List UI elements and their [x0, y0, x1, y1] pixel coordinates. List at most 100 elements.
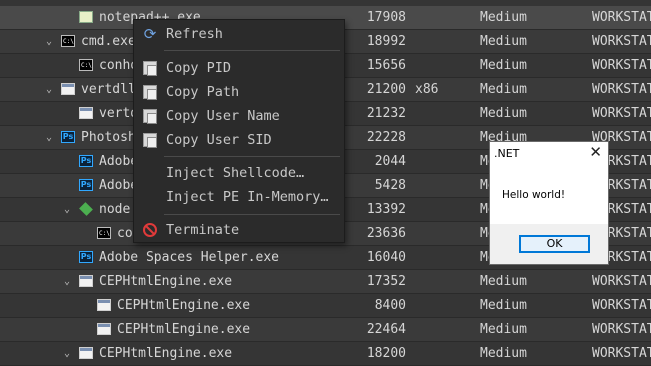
- process-pid: 5428: [374, 178, 406, 193]
- process-user: WORKSTAT: [592, 106, 651, 121]
- process-name-cell: CEPHtmlEngine.exe: [0, 294, 356, 317]
- window-icon: [61, 83, 75, 95]
- menu-item-label: Refresh: [166, 26, 223, 42]
- menu-separator: [164, 50, 340, 51]
- menu-item-inject-shellcode[interactable]: Inject Shellcode…: [134, 161, 344, 185]
- copy-icon: [143, 133, 157, 148]
- process-name: Adobe Spaces Helper.exe: [99, 250, 280, 265]
- process-pid: 18200: [366, 346, 406, 361]
- process-integrity: Medium: [480, 58, 527, 73]
- menu-item-terminate[interactable]: Terminate: [134, 218, 344, 242]
- process-arch: [415, 6, 455, 29]
- process-name: CEPHtmlEngine.exe: [99, 274, 233, 289]
- process-integrity: Medium: [480, 322, 527, 337]
- process-pid: 22464: [366, 322, 406, 337]
- context-menu: ⟳ Refresh Copy PID Copy Path Copy User N…: [133, 19, 345, 243]
- menu-item-copy-user-name[interactable]: Copy User Name: [134, 104, 344, 128]
- process-pid: 2044: [374, 154, 406, 169]
- window-icon: [97, 323, 111, 335]
- notepad-icon: [79, 11, 93, 23]
- window-icon: [97, 299, 111, 311]
- process-pid: 16040: [366, 250, 406, 265]
- process-arch: [415, 294, 455, 317]
- photoshop-icon: Ps: [61, 131, 75, 143]
- chevron-down-icon[interactable]: ⌄: [61, 342, 73, 365]
- menu-separator: [164, 214, 340, 215]
- process-arch: [415, 222, 455, 245]
- console-icon: [61, 30, 75, 53]
- table-row[interactable]: CEPHtmlEngine.exe 22464 Medium WORKSTAT: [0, 318, 651, 342]
- chevron-down-icon[interactable]: ⌄: [43, 30, 55, 53]
- menu-item-label: Terminate: [166, 222, 240, 238]
- chevron-down-icon[interactable]: ⌄: [61, 270, 73, 293]
- process-user: WORKSTAT: [592, 58, 651, 73]
- terminate-icon: [143, 223, 157, 237]
- process-integrity: Medium: [480, 298, 527, 313]
- process-user: WORKSTAT: [592, 274, 651, 289]
- process-name: CEPHtmlEngine.exe: [99, 346, 233, 361]
- table-row[interactable]: ⌄ CEPHtmlEngine.exe 18200 Medium WORKSTAT: [0, 342, 651, 366]
- process-integrity: Medium: [480, 106, 527, 121]
- menu-item-label: Copy User Name: [166, 108, 280, 124]
- refresh-icon: ⟳: [143, 25, 157, 43]
- process-user: WORKSTAT: [592, 298, 651, 313]
- chevron-down-icon[interactable]: ⌄: [43, 126, 55, 149]
- menu-item-label: Copy User SID: [166, 132, 272, 148]
- process-arch: [415, 342, 455, 365]
- process-name-cell: ⌄ CEPHtmlEngine.exe: [0, 342, 356, 365]
- process-pid: 21232: [366, 106, 406, 121]
- process-arch: [415, 126, 455, 149]
- process-pid: 22228: [366, 130, 406, 145]
- console-icon: [79, 54, 93, 77]
- process-pid: 23636: [366, 226, 406, 241]
- menu-item-copy-user-sid[interactable]: Copy User SID: [134, 128, 344, 152]
- process-pid: 8400: [374, 298, 406, 313]
- process-name: CEPHtmlEngine.exe: [117, 298, 251, 313]
- dialog-message: Hello world!: [502, 189, 566, 201]
- process-arch: [415, 102, 455, 125]
- photoshop-icon: Ps: [79, 251, 93, 263]
- table-row[interactable]: CEPHtmlEngine.exe 8400 Medium WORKSTAT: [0, 294, 651, 318]
- dialog-footer: OK: [490, 224, 608, 264]
- process-pid: 17908: [366, 10, 406, 25]
- chevron-down-icon[interactable]: ⌄: [43, 78, 55, 101]
- process-arch: x86: [415, 82, 439, 97]
- process-arch: [415, 270, 455, 293]
- menu-item-copy-path[interactable]: Copy Path: [134, 80, 344, 104]
- process-pid: 13392: [366, 202, 406, 217]
- process-name-cell: Ps Adobe Spaces Helper.exe: [0, 246, 356, 269]
- process-integrity: Medium: [480, 274, 527, 289]
- process-integrity: Medium: [480, 10, 527, 25]
- node-icon: [79, 202, 93, 216]
- process-integrity: Medium: [480, 346, 527, 361]
- photoshop-icon: Ps: [79, 155, 93, 167]
- process-pid: 17352: [366, 274, 406, 289]
- process-integrity: Medium: [480, 82, 527, 97]
- menu-item-label: Inject Shellcode…: [166, 165, 305, 181]
- copy-icon: [143, 61, 157, 76]
- ok-button[interactable]: OK: [519, 235, 590, 253]
- copy-icon: [143, 109, 157, 124]
- menu-item-label: Inject PE In-Memory…: [166, 189, 329, 205]
- menu-item-copy-pid[interactable]: Copy PID: [134, 56, 344, 80]
- menu-item-label: Copy Path: [166, 84, 240, 100]
- menu-item-refresh[interactable]: ⟳ Refresh: [134, 22, 344, 46]
- process-arch: [415, 174, 455, 197]
- window-icon: [79, 347, 93, 359]
- message-box-dialog: .NET ✕ Hello world! OK: [489, 141, 609, 265]
- window-icon: [79, 275, 93, 287]
- process-arch: [415, 318, 455, 341]
- process-arch: [415, 246, 455, 269]
- menu-item-label: Copy PID: [166, 60, 232, 76]
- dialog-title: .NET: [494, 147, 520, 160]
- process-pid: 18992: [366, 34, 406, 49]
- close-icon[interactable]: ✕: [589, 143, 602, 161]
- menu-separator: [164, 156, 340, 157]
- process-arch: [415, 198, 455, 221]
- menu-item-inject-pe[interactable]: Inject PE In-Memory…: [134, 185, 344, 209]
- process-integrity: Medium: [480, 34, 527, 49]
- chevron-down-icon[interactable]: ⌄: [61, 198, 73, 221]
- photoshop-icon: Ps: [79, 179, 93, 191]
- table-row[interactable]: ⌄ CEPHtmlEngine.exe 17352 Medium WORKSTAT: [0, 270, 651, 294]
- process-user: WORKSTAT: [592, 82, 651, 97]
